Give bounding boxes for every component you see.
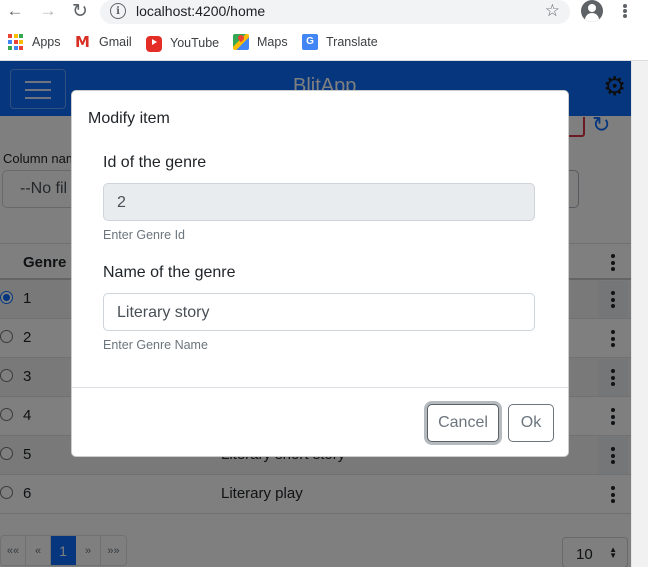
bookmark-label: Translate <box>326 35 378 49</box>
genre-id-help: Enter Genre Id <box>103 228 185 242</box>
bookmark-gmail[interactable]: M Gmail <box>75 34 132 50</box>
genre-id-label: Id of the genre <box>103 154 207 171</box>
maps-icon <box>233 34 249 50</box>
url-text: localhost:4200/home <box>136 3 266 19</box>
ok-button[interactable]: Ok <box>508 404 554 442</box>
browser-chrome: ← → ↻ i localhost:4200/home ☆ Apps M Gma… <box>0 0 648 61</box>
gmail-icon: M <box>75 33 90 51</box>
page-scrollbar[interactable] <box>631 61 648 567</box>
bookmark-star-icon[interactable]: ☆ <box>545 1 560 21</box>
address-bar[interactable]: i localhost:4200/home ☆ <box>100 0 570 24</box>
dialog-title: Modify item <box>88 110 170 127</box>
bookmark-label: Gmail <box>99 35 132 49</box>
site-info-icon[interactable]: i <box>110 3 126 19</box>
bookmark-apps[interactable]: Apps <box>8 34 61 50</box>
bookmark-label: Apps <box>32 35 61 49</box>
forward-arrow-icon[interactable]: → <box>37 0 59 22</box>
translate-icon: G <box>302 34 318 50</box>
back-arrow-icon[interactable]: ← <box>4 0 26 22</box>
genre-name-help: Enter Genre Name <box>103 338 208 352</box>
browser-menu-icon[interactable] <box>618 2 632 20</box>
bookmark-maps[interactable]: Maps <box>233 34 288 50</box>
bookmark-label: Maps <box>257 35 288 49</box>
modify-item-dialog: Modify item Id of the genre 2 Enter Genr… <box>71 90 569 457</box>
bookmark-translate[interactable]: G Translate <box>302 34 378 50</box>
genre-name-field[interactable]: Literary story <box>103 293 535 331</box>
bookmarks-bar: Apps M Gmail YouTube Maps G Translate <box>0 30 648 54</box>
dialog-footer-divider <box>72 387 568 388</box>
youtube-icon <box>146 36 162 52</box>
bookmark-label: YouTube <box>170 36 220 50</box>
genre-id-field[interactable]: 2 <box>103 183 535 221</box>
bookmark-youtube[interactable]: YouTube <box>146 34 219 52</box>
genre-name-label: Name of the genre <box>103 264 236 281</box>
reload-icon[interactable]: ↻ <box>69 0 91 22</box>
profile-avatar-icon[interactable] <box>581 0 603 22</box>
app-page: BlitApp ⚙ ↻ Column nam --No fil Genre 1 … <box>0 61 631 567</box>
apps-grid-icon <box>8 34 24 50</box>
cancel-button[interactable]: Cancel <box>427 404 499 442</box>
